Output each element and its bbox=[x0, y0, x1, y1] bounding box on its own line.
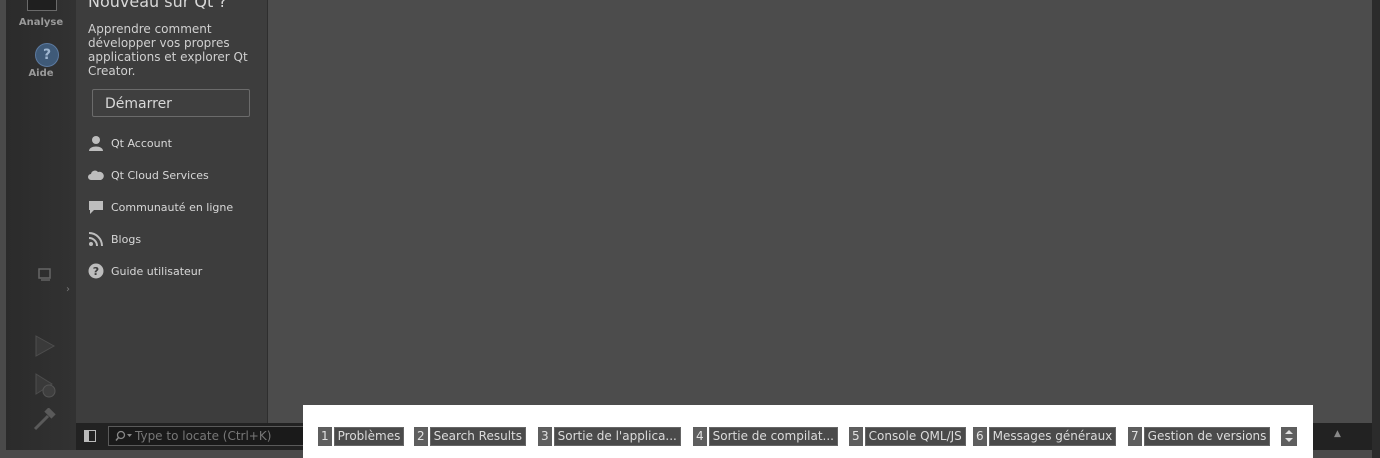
pane-label: Console QML/JS bbox=[864, 427, 966, 446]
pane-label: Problèmes bbox=[333, 427, 405, 446]
output-pane-tab-qml-console[interactable]: 5 Console QML/JS bbox=[849, 427, 966, 446]
toggle-output-pane-icon[interactable]: ▲ bbox=[1334, 429, 1341, 439]
cloud-icon bbox=[88, 170, 104, 180]
more-panes-button[interactable] bbox=[1281, 427, 1297, 446]
rss-icon bbox=[88, 232, 103, 247]
locator-input[interactable]: Type to locate (Ctrl+K) bbox=[108, 426, 306, 446]
pane-number: 3 bbox=[538, 427, 552, 446]
toggle-sidebar-icon[interactable] bbox=[84, 430, 96, 442]
pane-number: 6 bbox=[973, 427, 987, 446]
link-qt-cloud-services[interactable]: Qt Cloud Services bbox=[88, 166, 209, 184]
link-label: Qt Cloud Services bbox=[111, 168, 209, 182]
chat-icon bbox=[89, 201, 103, 214]
mode-help-label: Aide bbox=[28, 68, 54, 79]
pane-label: Sortie de l'applica... bbox=[553, 427, 681, 446]
build-hammer-icon[interactable] bbox=[32, 408, 58, 432]
panel-description: Apprendre comment développer vos propres… bbox=[88, 22, 248, 78]
mode-help[interactable]: ? Aide bbox=[6, 0, 76, 79]
link-label: Guide utilisateur bbox=[111, 264, 203, 278]
pane-number: 4 bbox=[693, 427, 707, 446]
up-down-arrow-icon bbox=[1285, 430, 1293, 442]
help-icon: ? bbox=[35, 43, 59, 67]
kit-expand-arrow-icon[interactable]: › bbox=[66, 284, 70, 295]
output-pane-tab-application-output[interactable]: 3 Sortie de l'applica... bbox=[538, 427, 681, 446]
pane-number: 7 bbox=[1128, 427, 1142, 446]
kit-selector-icon[interactable] bbox=[38, 268, 52, 282]
svg-text:?: ? bbox=[93, 265, 99, 278]
pane-label: Search Results bbox=[429, 427, 527, 446]
output-pane-tab-search-results[interactable]: 2 Search Results bbox=[414, 427, 527, 446]
panel-title: Nouveau sur Qt ? bbox=[88, 0, 227, 11]
mode-bar: Analyse ? Aide › bbox=[6, 0, 76, 450]
link-label: Communauté en ligne bbox=[111, 200, 234, 214]
link-label: Blogs bbox=[111, 232, 142, 246]
pane-number: 2 bbox=[414, 427, 428, 446]
welcome-side-panel: Nouveau sur Qt ? Apprendre comment dével… bbox=[76, 0, 268, 423]
link-label: Qt Account bbox=[111, 136, 172, 150]
question-icon: ? bbox=[88, 263, 104, 279]
editor-area bbox=[268, 0, 1372, 423]
link-blogs[interactable]: Blogs bbox=[88, 230, 141, 248]
pane-label: Gestion de versions bbox=[1143, 427, 1271, 446]
link-user-guide[interactable]: ? Guide utilisateur bbox=[88, 262, 202, 280]
output-pane-tab-problems[interactable]: 1 Problèmes bbox=[318, 427, 405, 446]
output-pane-tab-version-control[interactable]: 7 Gestion de versions bbox=[1128, 427, 1271, 446]
debug-run-icon[interactable] bbox=[32, 372, 58, 400]
link-community[interactable]: Communauté en ligne bbox=[88, 198, 233, 216]
window-edge bbox=[1372, 0, 1380, 458]
output-pane-tab-general-messages[interactable]: 6 Messages généraux bbox=[973, 427, 1117, 446]
user-icon bbox=[89, 136, 103, 151]
pane-label: Sortie de compilat... bbox=[708, 427, 838, 446]
pane-number: 1 bbox=[318, 427, 332, 446]
pane-label: Messages généraux bbox=[988, 427, 1117, 446]
search-icon bbox=[115, 430, 132, 441]
link-qt-account[interactable]: Qt Account bbox=[88, 134, 172, 152]
locator-placeholder: Type to locate (Ctrl+K) bbox=[135, 429, 272, 443]
start-button[interactable]: Démarrer bbox=[92, 89, 250, 117]
output-pane-tab-compile-output[interactable]: 4 Sortie de compilat... bbox=[693, 427, 838, 446]
pane-number: 5 bbox=[849, 427, 863, 446]
run-icon[interactable] bbox=[32, 334, 56, 358]
